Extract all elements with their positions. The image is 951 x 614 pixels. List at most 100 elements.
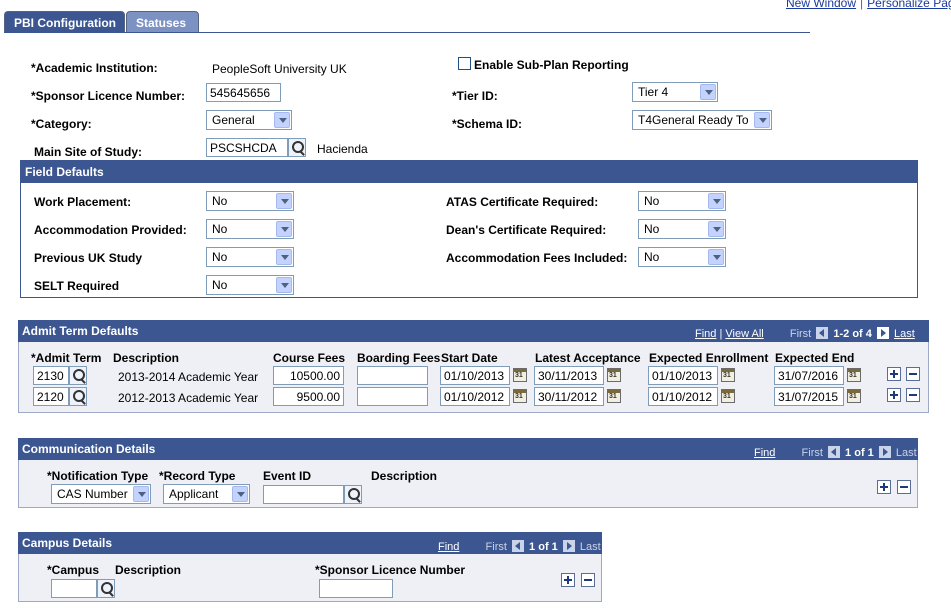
main-site-input[interactable] — [206, 138, 288, 157]
chevron-down-icon — [708, 221, 724, 237]
category-label: *Category: — [31, 117, 92, 131]
tier-id-value: Tier 4 — [638, 85, 669, 99]
atas-select[interactable]: No — [638, 191, 726, 211]
work-placement-select[interactable]: No — [206, 191, 294, 211]
latest-acceptance-input[interactable] — [534, 387, 604, 406]
expected-enrollment-input[interactable] — [648, 366, 718, 385]
record-type-value: Applicant — [169, 487, 219, 501]
boarding-fees-input[interactable] — [357, 387, 428, 406]
accommodation-provided-select[interactable]: No — [206, 219, 294, 239]
schema-id-label: *Schema ID: — [452, 117, 523, 131]
calendar-icon[interactable] — [847, 389, 861, 403]
chevron-down-icon — [232, 486, 248, 502]
add-row-button[interactable] — [887, 367, 901, 381]
communication-navigation: Find First 1 of 1 Last — [754, 446, 917, 459]
search-icon[interactable] — [344, 485, 362, 504]
admit-term-find-link[interactable]: Find — [695, 328, 716, 340]
category-select[interactable]: General — [206, 110, 292, 130]
next-arrow-icon[interactable] — [562, 540, 575, 552]
calendar-icon[interactable] — [607, 389, 621, 403]
row-description: 2012-2013 Academic Year — [118, 391, 259, 405]
search-icon[interactable] — [97, 579, 115, 598]
delete-row-button[interactable] — [906, 367, 920, 381]
next-arrow-icon[interactable] — [876, 327, 889, 339]
start-date-input[interactable] — [440, 387, 510, 406]
record-type-select[interactable]: Applicant — [163, 484, 250, 504]
search-icon[interactable] — [69, 366, 87, 385]
accommodation-fees-select[interactable]: No — [638, 247, 726, 267]
next-arrow-icon[interactable] — [878, 446, 891, 458]
calendar-icon[interactable] — [847, 368, 861, 382]
link-separator: | — [860, 0, 864, 10]
sponsor-licence-input[interactable] — [206, 83, 281, 102]
calendar-icon[interactable] — [607, 368, 621, 382]
communication-first-label: First — [801, 447, 823, 459]
communication-find-link[interactable]: Find — [754, 447, 775, 459]
col-description: Description — [113, 351, 180, 365]
deans-certificate-select[interactable]: No — [638, 219, 726, 239]
previous-uk-study-select[interactable]: No — [206, 247, 294, 267]
add-row-button[interactable] — [561, 573, 575, 587]
tab-pbi-configuration[interactable]: PBI Configuration — [4, 11, 125, 33]
admit-term-navigation: Find | View All First 1-2 of 4 Last — [695, 327, 915, 340]
add-row-button[interactable] — [877, 480, 891, 494]
chevron-down-icon — [133, 486, 149, 502]
chevron-down-icon — [708, 249, 724, 265]
selt-required-value: No — [212, 278, 228, 292]
calendar-icon[interactable] — [721, 368, 735, 382]
previous-arrow-icon[interactable] — [511, 540, 524, 552]
admit-term-last-link[interactable]: Last — [894, 328, 915, 340]
chevron-down-icon — [276, 221, 292, 237]
previous-arrow-icon[interactable] — [827, 446, 840, 458]
event-id-input[interactable] — [263, 485, 344, 504]
chevron-down-icon — [700, 84, 716, 100]
boarding-fees-input[interactable] — [357, 366, 428, 385]
course-fees-input[interactable] — [273, 387, 344, 406]
chevron-down-icon — [708, 193, 724, 209]
start-date-input[interactable] — [440, 366, 510, 385]
campus-description-label: Description — [115, 563, 182, 577]
academic-institution-value: PeopleSoft University UK — [212, 62, 347, 76]
campus-first-label: First — [485, 541, 507, 553]
delete-row-button[interactable] — [897, 480, 911, 494]
campus-find-link[interactable]: Find — [438, 541, 459, 553]
work-placement-label: Work Placement: — [34, 195, 132, 209]
expected-enrollment-input[interactable] — [648, 387, 718, 406]
course-fees-input[interactable] — [273, 366, 344, 385]
chevron-down-icon — [276, 277, 292, 293]
field-defaults-header: Field Defaults — [21, 161, 917, 183]
campus-sponsor-licence-input[interactable] — [319, 579, 393, 598]
calendar-icon[interactable] — [721, 389, 735, 403]
personalize-page-link[interactable]: Personalize Page — [867, 0, 951, 10]
previous-arrow-icon[interactable] — [816, 327, 829, 339]
calendar-icon[interactable] — [513, 368, 527, 382]
add-row-button[interactable] — [887, 388, 901, 402]
tier-id-select[interactable]: Tier 4 — [632, 82, 718, 102]
latest-acceptance-input[interactable] — [534, 366, 604, 385]
academic-institution-label: *Academic Institution: — [31, 61, 158, 75]
atas-value: No — [644, 194, 660, 208]
communication-description-label: Description — [371, 469, 438, 483]
search-icon[interactable] — [288, 138, 306, 157]
calendar-icon[interactable] — [513, 389, 527, 403]
col-admit-term: *Admit Term — [31, 351, 102, 365]
top-links: New Window |Personalize Page — [786, 0, 951, 10]
communication-last-label: Last — [895, 447, 917, 459]
delete-row-button[interactable] — [581, 573, 595, 587]
admit-term-input[interactable] — [33, 387, 69, 406]
selt-required-select[interactable]: No — [206, 275, 294, 295]
expected-end-input[interactable] — [774, 387, 844, 406]
campus-input[interactable] — [51, 579, 97, 598]
admit-term-view-all-link[interactable]: View All — [725, 328, 763, 340]
schema-id-select[interactable]: T4General Ready To — [632, 110, 772, 130]
expected-end-input[interactable] — [774, 366, 844, 385]
delete-row-button[interactable] — [906, 388, 920, 402]
enable-subplan-label: Enable Sub-Plan Reporting — [474, 58, 629, 72]
admit-term-input[interactable] — [33, 366, 69, 385]
enable-subplan-checkbox[interactable] — [458, 57, 471, 70]
notification-type-select[interactable]: CAS Number — [51, 484, 151, 504]
new-window-link[interactable]: New Window — [786, 0, 856, 10]
search-icon[interactable] — [69, 387, 87, 406]
category-value: General — [212, 113, 255, 127]
tab-statuses[interactable]: Statuses — [126, 11, 199, 33]
